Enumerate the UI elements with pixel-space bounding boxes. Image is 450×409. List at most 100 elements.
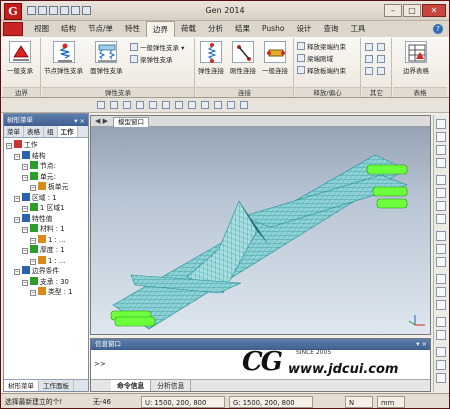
ribbon-tab[interactable]: 设计	[290, 21, 317, 37]
plate-end-release-button[interactable]: 释放板端约束	[297, 66, 346, 76]
unselect-icon[interactable]	[436, 214, 446, 224]
view-bottom-icon[interactable]	[436, 132, 446, 142]
boundary-change-icon[interactable]	[377, 67, 385, 75]
shrink-icon[interactable]	[227, 101, 235, 109]
tab-navigation-icon[interactable]: ◀ ▶	[95, 117, 108, 125]
expand-toggle-icon[interactable]: −	[14, 153, 20, 160]
expand-toggle-icon[interactable]: −	[22, 279, 28, 286]
application-menu-button[interactable]	[3, 22, 23, 36]
expand-toggle-icon[interactable]: −	[14, 195, 20, 202]
ribbon-tab[interactable]: 结构	[55, 21, 82, 37]
general-elastic-support-button[interactable]: 一般弹性支承 ▾	[130, 43, 184, 53]
help-icon[interactable]: ?	[433, 24, 443, 34]
tree-node[interactable]: − 1 : ...	[6, 234, 88, 246]
general-support-button[interactable]: 一般支承	[7, 41, 33, 75]
expand-toggle-icon[interactable]: −	[14, 269, 20, 275]
pan-icon[interactable]	[123, 101, 131, 109]
panel-bottom-tab[interactable]: 工作面板	[39, 380, 74, 391]
ribbon-tab[interactable]: 查询	[317, 21, 344, 37]
tree-node[interactable]: − 支承 : 30	[6, 276, 88, 288]
ribbon-tab[interactable]: Pusho	[256, 21, 290, 37]
panel-bottom-tab[interactable]: 树形菜单	[4, 380, 39, 391]
grid-icon[interactable]	[436, 347, 446, 357]
select-window-icon[interactable]	[436, 188, 446, 198]
shading-icon[interactable]	[436, 300, 446, 310]
activate-icon[interactable]	[436, 231, 446, 241]
boundary-group-icon[interactable]	[365, 67, 373, 75]
tree-panel-tab[interactable]: 菜单	[4, 126, 24, 137]
expand-toggle-icon[interactable]: −	[22, 174, 28, 181]
expand-toggle-icon[interactable]: −	[22, 164, 28, 170]
measure-icon[interactable]	[436, 317, 446, 327]
tree-node[interactable]: − 厚度 : 1	[6, 245, 88, 256]
label-icon[interactable]	[436, 287, 446, 297]
ribbon-tab[interactable]: 工具	[344, 21, 371, 37]
minimize-icon[interactable]: –	[384, 4, 402, 17]
iso-view-icon[interactable]	[188, 101, 196, 109]
tree-node[interactable]: − 区域 : 1	[6, 192, 88, 204]
master-slave-icon[interactable]	[365, 55, 373, 63]
general-link-button[interactable]: 一般连接	[262, 41, 288, 75]
expand-toggle-icon[interactable]: −	[22, 248, 28, 254]
beam-end-release-button[interactable]: 释放梁端约束	[297, 42, 346, 52]
expand-toggle-icon[interactable]: −	[30, 185, 36, 191]
ribbon-tab[interactable]: 结果	[229, 21, 256, 37]
info-window-controls-icon[interactable]: ▾ ×	[416, 339, 427, 350]
tab-model-window[interactable]: 模型窗口	[113, 117, 149, 127]
surface-elastic-support-button[interactable]: 面弹性支承	[90, 41, 123, 75]
expand-toggle-icon[interactable]: −	[6, 143, 12, 149]
tree-node[interactable]: − 节点:	[6, 161, 88, 172]
panel-zone-icon[interactable]	[365, 43, 373, 51]
beam-end-offset-button[interactable]: 梁端刚域	[297, 54, 333, 64]
expand-toggle-icon[interactable]: −	[30, 237, 36, 244]
tree-node[interactable]: − 特性值	[6, 213, 88, 225]
view-left-icon[interactable]	[436, 145, 446, 155]
force-unit-select[interactable]: N	[345, 396, 373, 408]
ribbon-tab[interactable]: 节点/单	[82, 21, 119, 37]
side-view-icon[interactable]	[175, 101, 183, 109]
ribbon-tab[interactable]: 荷载	[175, 21, 202, 37]
tree-panel-tab[interactable]: 工作	[57, 126, 78, 137]
expand-toggle-icon[interactable]: −	[22, 206, 28, 212]
tree-panel-tab[interactable]: 组	[44, 126, 58, 137]
front-view-icon[interactable]	[149, 101, 157, 109]
close-icon[interactable]: ✕	[422, 4, 446, 17]
rigid-link-button[interactable]: 刚性连接	[230, 41, 256, 75]
ribbon-tab[interactable]: 视图	[28, 21, 55, 37]
view-right-icon[interactable]	[436, 158, 446, 168]
select-icon[interactable]	[436, 175, 446, 185]
model-canvas[interactable]	[91, 127, 430, 334]
undo-view-icon[interactable]	[436, 373, 446, 383]
node-elastic-support-button[interactable]: 节点弹性支承	[44, 41, 83, 75]
tree-node[interactable]: − 结构	[6, 150, 88, 162]
inactivate-icon[interactable]	[436, 244, 446, 254]
tree-node[interactable]: − 工作	[6, 140, 88, 151]
display-option-icon[interactable]	[240, 101, 248, 109]
constraint-icon[interactable]	[377, 43, 385, 51]
beam-elastic-support-button[interactable]: 梁弹性支承	[130, 55, 173, 65]
tree-node[interactable]: − 1 区域1	[6, 203, 88, 214]
length-unit-select[interactable]: mm	[377, 396, 405, 408]
select-polygon-icon[interactable]	[436, 201, 446, 211]
tree-node[interactable]: − 1 : ...	[6, 255, 88, 267]
zoom-fit-icon[interactable]	[110, 101, 118, 109]
elastic-link-button[interactable]: 弹性连接	[198, 41, 224, 75]
expand-toggle-icon[interactable]: −	[30, 258, 36, 265]
rotate-icon[interactable]	[136, 101, 144, 109]
info-window-tab[interactable]: 命令信息	[111, 380, 152, 391]
tree-node[interactable]: − 类型 : 1	[6, 287, 88, 298]
elastic-boundary-icon[interactable]	[377, 55, 385, 63]
command-prompt[interactable]: >>	[94, 360, 106, 368]
maximize-icon[interactable]: □	[403, 4, 421, 17]
query-icon[interactable]	[436, 330, 446, 340]
top-view-icon[interactable]	[162, 101, 170, 109]
expand-toggle-icon[interactable]: −	[22, 227, 28, 233]
activate-all-icon[interactable]	[436, 257, 446, 267]
tree-node[interactable]: − 板单元	[6, 182, 88, 193]
zoom-window-icon[interactable]	[97, 101, 105, 109]
tree-node[interactable]: − 边界条件	[6, 266, 88, 277]
ribbon-tab[interactable]: 边界	[146, 21, 176, 37]
hidden-line-icon[interactable]	[201, 101, 209, 109]
tree-node[interactable]: − 单元:	[6, 171, 88, 183]
info-window-tab[interactable]: 分析信息	[151, 380, 192, 391]
